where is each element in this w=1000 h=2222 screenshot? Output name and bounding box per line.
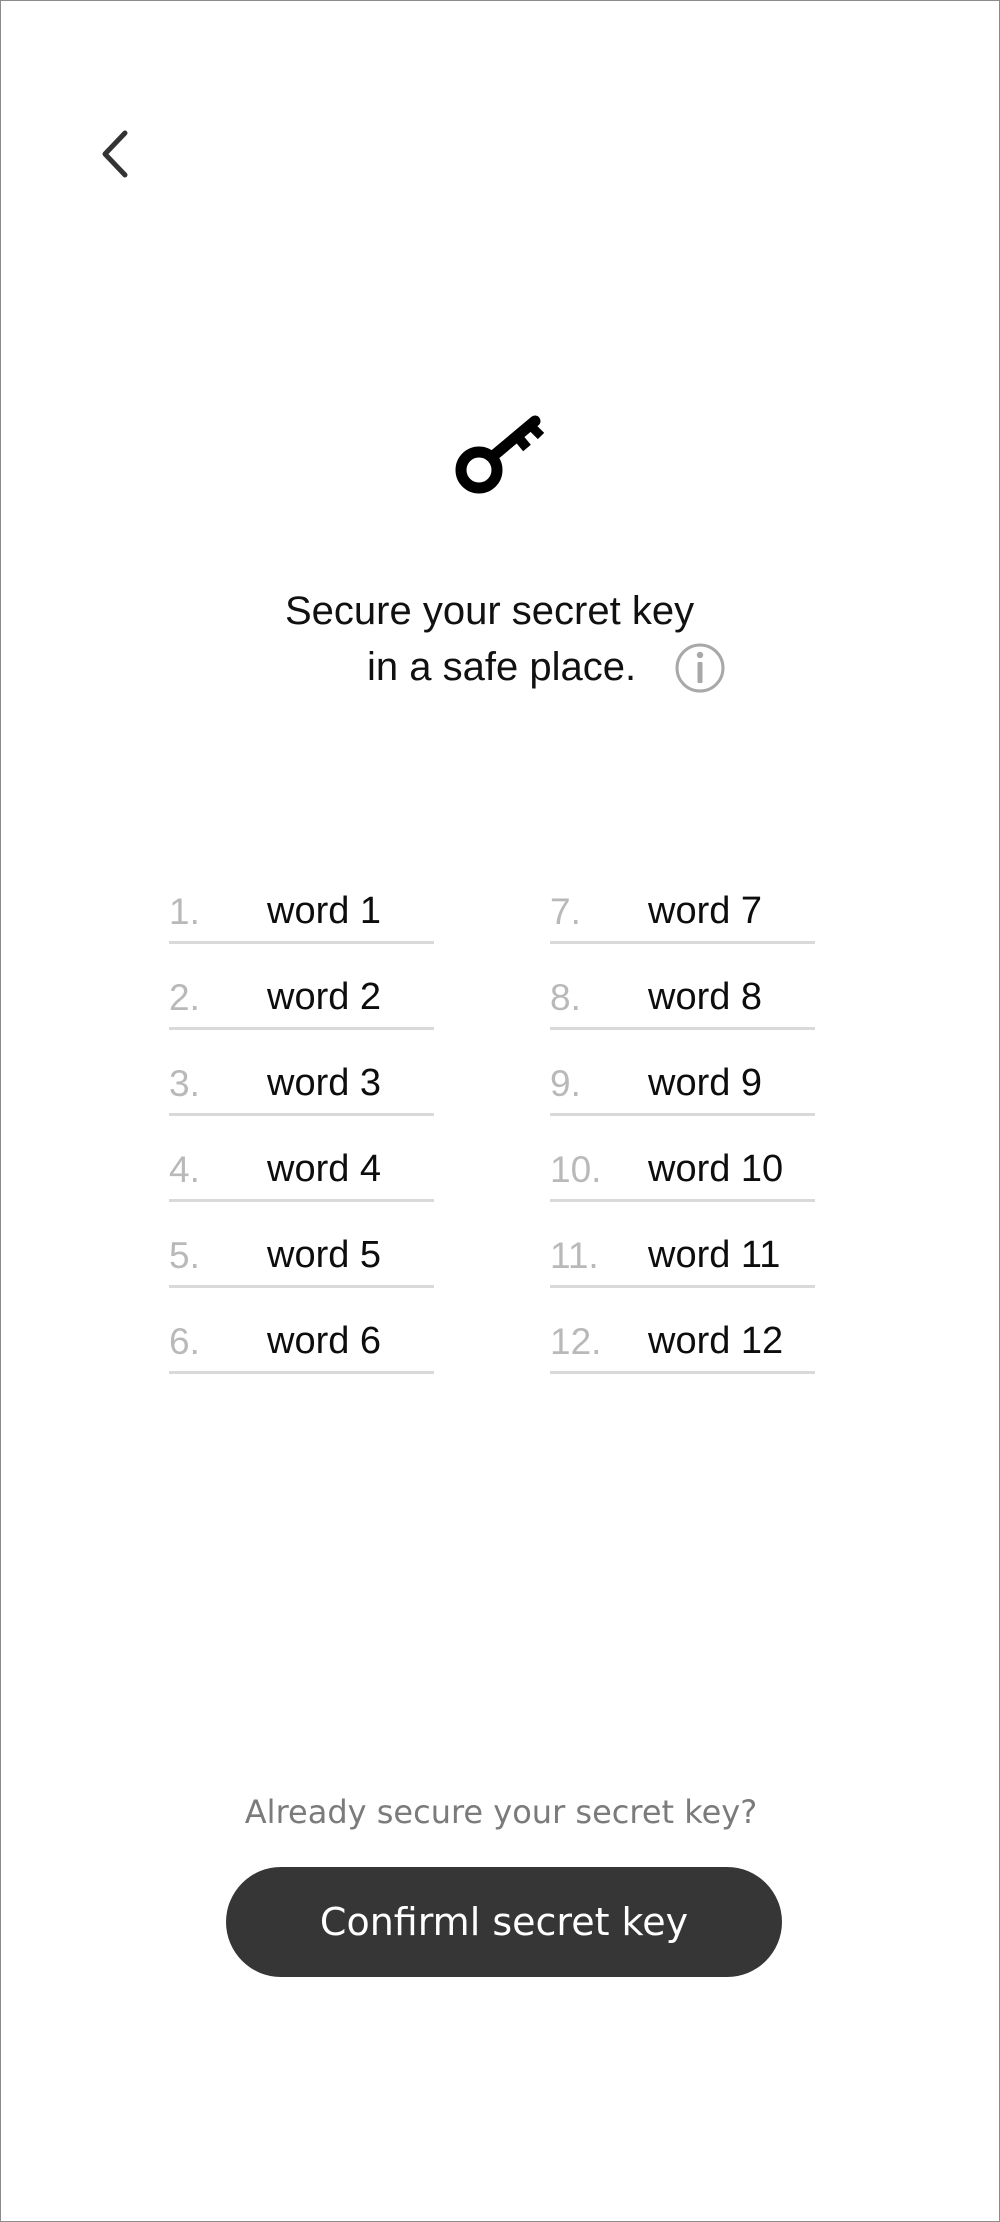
word-row-9: 9. word 9 [550, 1053, 815, 1116]
word-text: word 2 [267, 976, 382, 1018]
word-text: word 6 [267, 1320, 382, 1362]
key-icon [455, 415, 545, 494]
word-number: 4. [169, 1149, 200, 1190]
word-text: word 7 [648, 890, 763, 932]
word-row-10: 10. word 10 [550, 1139, 815, 1202]
word-row-4: 4. word 4 [169, 1139, 434, 1202]
word-number: 9. [550, 1063, 581, 1104]
confirm-secret-key-button[interactable]: Confirml secret key [226, 1867, 782, 1977]
title-line-1: Secure your secret key [285, 589, 695, 633]
back-button[interactable] [91, 119, 151, 189]
word-text: word 10 [648, 1148, 784, 1190]
word-number: 6. [169, 1321, 200, 1362]
word-row-1: 1. word 1 [169, 881, 434, 944]
word-number: 2. [169, 977, 200, 1018]
word-row-11: 11. word 11 [550, 1225, 815, 1288]
word-number: 10. [550, 1149, 602, 1190]
word-text: word 5 [267, 1234, 382, 1276]
word-row-7: 7. word 7 [550, 881, 815, 944]
word-row-6: 6. word 6 [169, 1311, 434, 1374]
word-text: word 8 [648, 976, 763, 1018]
word-number: 11. [550, 1235, 599, 1276]
word-row-5: 5. word 5 [169, 1225, 434, 1288]
word-text: word 11 [648, 1234, 781, 1276]
chevron-left-icon [102, 130, 128, 178]
word-number: 3. [169, 1063, 200, 1104]
word-number: 12. [550, 1321, 602, 1362]
confirm-button-label: Confirml secret key [319, 1900, 689, 1944]
word-text: word 3 [267, 1062, 382, 1104]
word-number: 8. [550, 977, 581, 1018]
word-text: word 1 [267, 890, 382, 932]
word-number: 7. [550, 891, 581, 932]
word-text: word 9 [648, 1062, 763, 1104]
secret-key-screen: Secure your secret key in a safe place. … [0, 0, 1000, 2222]
word-number: 5. [169, 1235, 200, 1276]
title-line-2: in a safe place. [367, 645, 637, 689]
word-row-8: 8. word 8 [550, 967, 815, 1030]
already-secured-hint: Already secure your secret key? [244, 1793, 758, 1831]
info-icon[interactable] [674, 642, 726, 694]
word-number: 1. [169, 891, 200, 932]
word-row-3: 3. word 3 [169, 1053, 434, 1116]
word-row-2: 2. word 2 [169, 967, 434, 1030]
word-row-12: 12. word 12 [550, 1311, 815, 1374]
word-text: word 12 [648, 1320, 784, 1362]
word-text: word 4 [267, 1148, 382, 1190]
